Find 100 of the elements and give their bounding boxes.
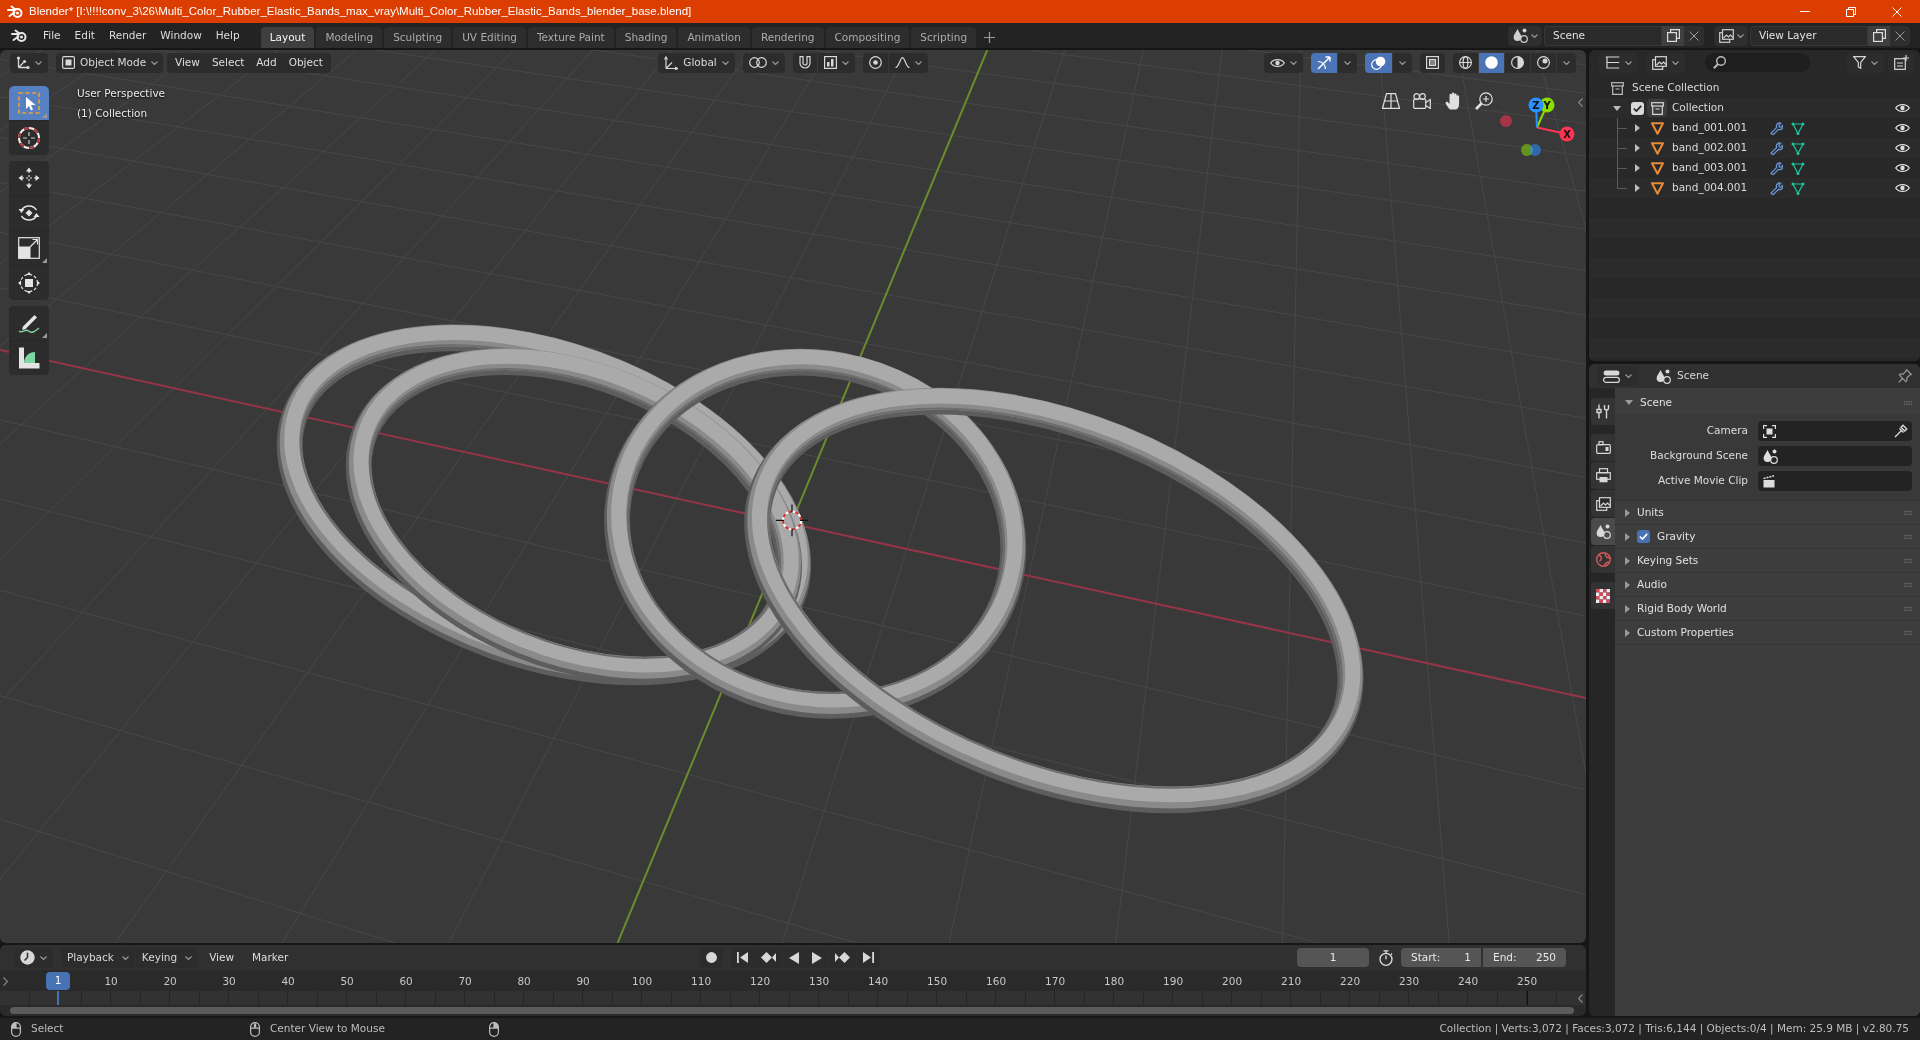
menu-button[interactable]: Render [101, 26, 154, 45]
record-button[interactable] [700, 947, 723, 968]
tree-item[interactable]: band_001.001 [1672, 121, 1770, 135]
shading-mode-button[interactable] [1479, 52, 1504, 73]
menu-dropdown[interactable]: Keying [135, 947, 199, 968]
menu-button[interactable]: Select [205, 54, 251, 71]
play-button[interactable] [806, 947, 828, 968]
axis-handle[interactable]: Z [1528, 97, 1544, 113]
tool-button[interactable] [9, 266, 49, 300]
scrollbar[interactable] [10, 1007, 1574, 1014]
auto-keying-button[interactable] [1379, 949, 1393, 966]
tree-item[interactable]: Collection [1672, 101, 1724, 115]
object-field[interactable] [1758, 446, 1912, 466]
start-frame-field[interactable]: Start: 1 [1401, 948, 1481, 967]
current-frame-field[interactable]: 1 [1297, 948, 1369, 967]
checkbox[interactable] [1630, 101, 1644, 115]
tool-button[interactable] [9, 196, 49, 230]
pivot-dropdown[interactable] [742, 52, 785, 73]
sidebar-toggle-button[interactable] [1577, 993, 1584, 1004]
play-reverse-button[interactable] [783, 947, 805, 968]
panel-header[interactable]: Units [1615, 501, 1920, 524]
view-layer-name-field[interactable]: View Layer [1750, 25, 1868, 46]
overlay-toggle-button[interactable] [1365, 52, 1392, 73]
object-field[interactable] [1758, 421, 1912, 441]
editor-type-button[interactable] [1599, 52, 1638, 73]
editor-type-button[interactable] [10, 52, 48, 73]
shading-mode-button[interactable] [1531, 52, 1556, 73]
jump-to-start-button[interactable] [731, 947, 754, 968]
tool-button[interactable] [9, 306, 49, 340]
pin-button[interactable] [1898, 369, 1912, 383]
orientation-dropdown[interactable]: Global [658, 52, 735, 73]
properties-tab[interactable] [1591, 398, 1615, 425]
tool-button[interactable] [9, 161, 49, 195]
checkbox[interactable] [1637, 530, 1650, 543]
workspace-tab[interactable]: Sculpting [384, 27, 452, 48]
properties-tab[interactable] [1591, 462, 1615, 489]
workspace-tab[interactable]: Texture Paint [527, 27, 614, 48]
menu-button[interactable]: Help [208, 26, 247, 45]
view-layer-browse-button[interactable] [1714, 25, 1748, 46]
falloff-dropdown[interactable] [888, 52, 928, 73]
tool-button[interactable] [9, 231, 49, 265]
scene-name-field[interactable]: Scene [1544, 25, 1662, 46]
axis-handle[interactable]: X [1559, 126, 1575, 142]
remove-button[interactable] [1890, 25, 1910, 46]
panel-header[interactable]: Gravity [1615, 525, 1920, 548]
tool-button[interactable] [9, 341, 49, 375]
shading-mode-button[interactable] [1453, 52, 1478, 73]
object-field[interactable] [1758, 471, 1912, 491]
tree-item[interactable]: band_003.001 [1672, 161, 1770, 175]
shading-mode-button[interactable] [1505, 52, 1530, 73]
visibility-dropdown[interactable] [1264, 52, 1303, 73]
workspace-tab[interactable]: Compositing [825, 27, 910, 48]
workspace-tab[interactable]: Layout [260, 27, 315, 48]
filter-dropdown[interactable] [1847, 52, 1884, 73]
tool-button[interactable] [9, 121, 49, 155]
menu-button[interactable]: Edit [67, 26, 102, 45]
snap-toggle-button[interactable] [792, 52, 817, 73]
tree-item[interactable]: band_004.001 [1672, 181, 1770, 195]
sidebar-toggle-button[interactable] [1577, 97, 1584, 108]
jump-to-end-button[interactable] [857, 947, 880, 968]
menu-button[interactable]: View [169, 54, 206, 71]
workspace-tab[interactable]: UV Editing [453, 27, 526, 48]
workspace-tab[interactable]: Shading [615, 27, 677, 48]
properties-tab[interactable] [1591, 582, 1615, 609]
channels-toggle-button[interactable] [2, 976, 9, 987]
workspace-tab[interactable]: Modeling [316, 27, 383, 48]
playhead-handle[interactable]: 1 [46, 972, 70, 990]
proportional-edit-button[interactable] [862, 52, 888, 73]
negative-axis-handle[interactable] [1529, 144, 1541, 156]
panel-header[interactable]: Audio [1615, 573, 1920, 596]
menu-dropdown[interactable]: Playback [61, 947, 135, 968]
mode-dropdown[interactable]: Object Mode [56, 52, 163, 73]
menu-button[interactable]: Window [153, 26, 209, 45]
xray-toggle-button[interactable] [1420, 52, 1445, 73]
editor-type-button[interactable] [14, 947, 53, 968]
panel-header[interactable]: Keying Sets [1615, 549, 1920, 572]
previous-keyframe-button[interactable] [755, 947, 782, 968]
snap-target-dropdown[interactable] [817, 52, 855, 73]
scene-browse-button[interactable] [1508, 25, 1542, 46]
duplicate-button[interactable] [1662, 25, 1684, 46]
menu-button[interactable]: Object [282, 54, 329, 71]
menu-button[interactable]: Add [250, 54, 283, 71]
negative-axis-handle[interactable] [1500, 115, 1512, 127]
display-mode-dropdown[interactable] [1646, 52, 1685, 73]
remove-button[interactable] [1684, 25, 1704, 46]
workspace-tab[interactable]: Rendering [751, 27, 824, 48]
tree-item[interactable]: band_002.001 [1672, 141, 1770, 155]
panel-header[interactable]: Custom Properties [1615, 621, 1920, 644]
panel-header[interactable]: Rigid Body World [1615, 597, 1920, 620]
editor-type-button[interactable] [1597, 366, 1638, 386]
next-keyframe-button[interactable] [829, 947, 856, 968]
gizmo-toggle-button[interactable] [1311, 52, 1337, 73]
negative-axis-handle[interactable] [1521, 144, 1533, 156]
menu-button[interactable]: Marker [245, 948, 296, 967]
workspace-tab[interactable]: Scripting [911, 27, 977, 48]
menu-button[interactable]: View [202, 948, 242, 967]
panel-header[interactable]: Scene [1615, 391, 1920, 414]
search-field[interactable] [1705, 53, 1810, 72]
duplicate-button[interactable] [1868, 25, 1890, 46]
tree-item[interactable]: Scene Collection [1632, 81, 1720, 95]
